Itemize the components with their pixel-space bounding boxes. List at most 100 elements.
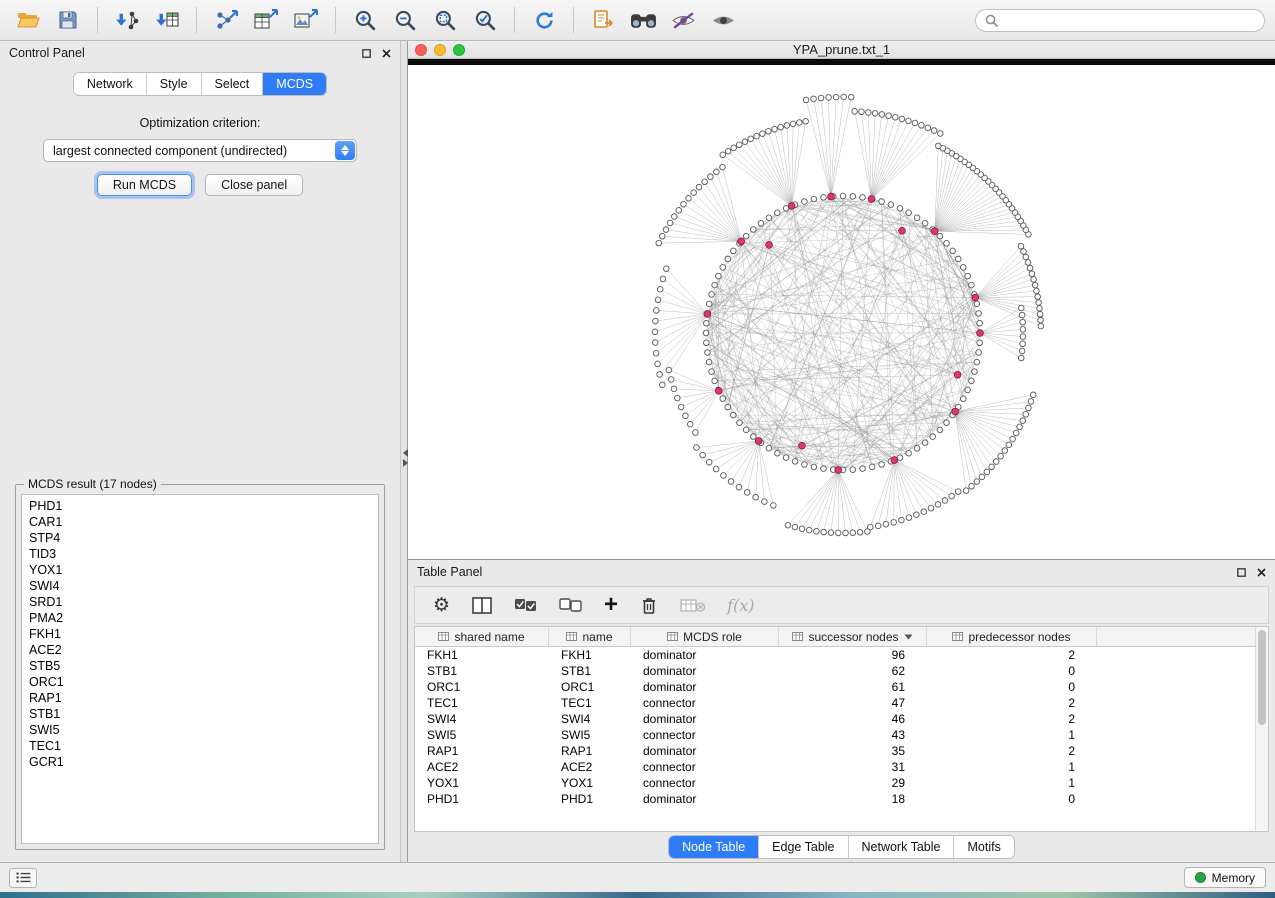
table-row[interactable]: SWI4SWI4dominator462: [415, 711, 1255, 727]
mcds-result-item[interactable]: STP4: [29, 530, 378, 546]
float-panel-icon[interactable]: [362, 49, 371, 58]
search-icon: [985, 14, 998, 27]
tab-network-table[interactable]: Network Table: [849, 836, 955, 858]
cell-mcds-role: dominator: [631, 663, 779, 679]
table-row[interactable]: TEC1TEC1connector472: [415, 695, 1255, 711]
mcds-result-item[interactable]: PMA2: [29, 610, 378, 626]
cell-shared-name: PHD1: [415, 791, 549, 807]
close-panel-button[interactable]: Close panel: [205, 174, 303, 196]
zoom-out-button[interactable]: [387, 4, 423, 36]
deselect-all-columns-button[interactable]: [559, 592, 582, 618]
table-row[interactable]: YOX1YOX1connector291: [415, 775, 1255, 791]
optimization-criterion-select[interactable]: largest connected component (undirected): [43, 139, 357, 162]
mcds-result-item[interactable]: GCR1: [29, 754, 378, 770]
minimize-window-button[interactable]: [434, 44, 446, 56]
table-settings-button[interactable]: ⚙: [433, 592, 450, 618]
mcds-result-item[interactable]: TID3: [29, 546, 378, 562]
cell-filler: [1097, 663, 1255, 679]
column-header-successor-nodes[interactable]: successor nodes: [779, 627, 927, 646]
tab-node-table[interactable]: Node Table: [669, 836, 759, 858]
add-column-button[interactable]: +: [604, 592, 618, 618]
clear-table-button[interactable]: [680, 592, 705, 618]
import-network-file-button[interactable]: [109, 4, 145, 36]
zoom-in-button[interactable]: [347, 4, 383, 36]
control-panel: Control Panel NetworkStyleSelectMCDS Opt…: [0, 41, 400, 862]
mcds-result-item[interactable]: SWI4: [29, 578, 378, 594]
table-row[interactable]: PHD1PHD1dominator180: [415, 791, 1255, 807]
close-window-button[interactable]: [415, 44, 427, 56]
mcds-result-item[interactable]: ACE2: [29, 642, 378, 658]
float-panel-icon[interactable]: [1237, 568, 1246, 577]
table-row[interactable]: FKH1FKH1dominator962: [415, 647, 1255, 663]
zoom-selected-button[interactable]: [467, 4, 503, 36]
cell-predecessor-nodes: 0: [927, 791, 1097, 807]
refresh-button[interactable]: [526, 4, 562, 36]
function-builder-button[interactable]: f(x): [727, 592, 754, 618]
tab-network[interactable]: Network: [74, 73, 147, 95]
table-row[interactable]: ORC1ORC1dominator610: [415, 679, 1255, 695]
vertical-splitter[interactable]: [400, 41, 408, 862]
export-image-button[interactable]: [288, 4, 324, 36]
mcds-result-item[interactable]: CAR1: [29, 514, 378, 530]
save-button[interactable]: [50, 4, 86, 36]
tab-style[interactable]: Style: [147, 73, 202, 95]
network-window-titlebar[interactable]: YPA_prune.txt_1: [408, 41, 1275, 59]
zoom-fit-button[interactable]: [427, 4, 463, 36]
export-network-button[interactable]: [208, 4, 244, 36]
column-header-predecessor-nodes[interactable]: predecessor nodes: [927, 627, 1097, 646]
maximize-window-button[interactable]: [453, 44, 465, 56]
delete-column-button[interactable]: [640, 592, 658, 618]
mcds-result-item[interactable]: YOX1: [29, 562, 378, 578]
close-panel-icon[interactable]: [1257, 568, 1266, 577]
hide-selected-button[interactable]: [665, 4, 701, 36]
column-header-mcds-role[interactable]: MCDS role: [631, 627, 779, 646]
table-row[interactable]: RAP1RAP1dominator352: [415, 743, 1255, 759]
mcds-result-item[interactable]: STB5: [29, 658, 378, 674]
toolbar-search-field[interactable]: [975, 9, 1265, 32]
tab-motifs[interactable]: Motifs: [954, 836, 1013, 858]
run-mcds-button[interactable]: Run MCDS: [97, 174, 192, 196]
search-network-button[interactable]: [625, 4, 661, 36]
mcds-result-item[interactable]: RAP1: [29, 690, 378, 706]
mcds-result-item[interactable]: FKH1: [29, 626, 378, 642]
mcds-result-item[interactable]: SRD1: [29, 594, 378, 610]
network-graph[interactable]: [408, 65, 1275, 559]
tab-edge-table[interactable]: Edge Table: [759, 836, 848, 858]
close-panel-icon[interactable]: [382, 49, 391, 58]
column-header-filler: [1097, 627, 1255, 646]
cell-shared-name: SWI4: [415, 711, 549, 727]
column-header-shared-name[interactable]: shared name: [415, 627, 549, 646]
cell-shared-name: RAP1: [415, 743, 549, 759]
table-panel: Table Panel ⚙: [408, 559, 1275, 862]
cell-name: SWI4: [549, 711, 631, 727]
tab-mcds[interactable]: MCDS: [263, 73, 326, 95]
table-tabbar-wrap: Node TableEdge TableNetwork TableMotifs: [408, 832, 1275, 862]
mcds-result-item[interactable]: TEC1: [29, 738, 378, 754]
show-columns-button[interactable]: [472, 592, 492, 618]
select-all-columns-button[interactable]: [514, 592, 537, 618]
cell-mcds-role: connector: [631, 727, 779, 743]
mcds-result-item[interactable]: STB1: [29, 706, 378, 722]
mcds-result-item[interactable]: SWI5: [29, 722, 378, 738]
toolbar-search-input[interactable]: [1004, 13, 1255, 27]
table-row[interactable]: ACE2ACE2connector311: [415, 759, 1255, 775]
mcds-result-item[interactable]: PHD1: [29, 498, 378, 514]
open-file-button[interactable]: [10, 4, 46, 36]
table-scrollbar[interactable]: [1255, 627, 1268, 831]
mcds-result-item[interactable]: ORC1: [29, 674, 378, 690]
memory-button[interactable]: Memory: [1184, 867, 1266, 888]
table-row[interactable]: STB1STB1dominator620: [415, 663, 1255, 679]
cell-shared-name: TEC1: [415, 695, 549, 711]
network-canvas[interactable]: [408, 59, 1275, 559]
table-row[interactable]: SWI5SWI5connector431: [415, 727, 1255, 743]
export-table-button[interactable]: [248, 4, 284, 36]
cell-successor-nodes: 43: [779, 727, 927, 743]
task-history-button[interactable]: [9, 868, 37, 888]
show-all-button[interactable]: [705, 4, 741, 36]
duplicate-network-button[interactable]: [585, 4, 621, 36]
column-header-name[interactable]: name: [549, 627, 631, 646]
tab-select[interactable]: Select: [202, 73, 264, 95]
scrollbar-thumb[interactable]: [1258, 630, 1266, 725]
cell-name: FKH1: [549, 647, 631, 663]
import-table-file-button[interactable]: [149, 4, 185, 36]
